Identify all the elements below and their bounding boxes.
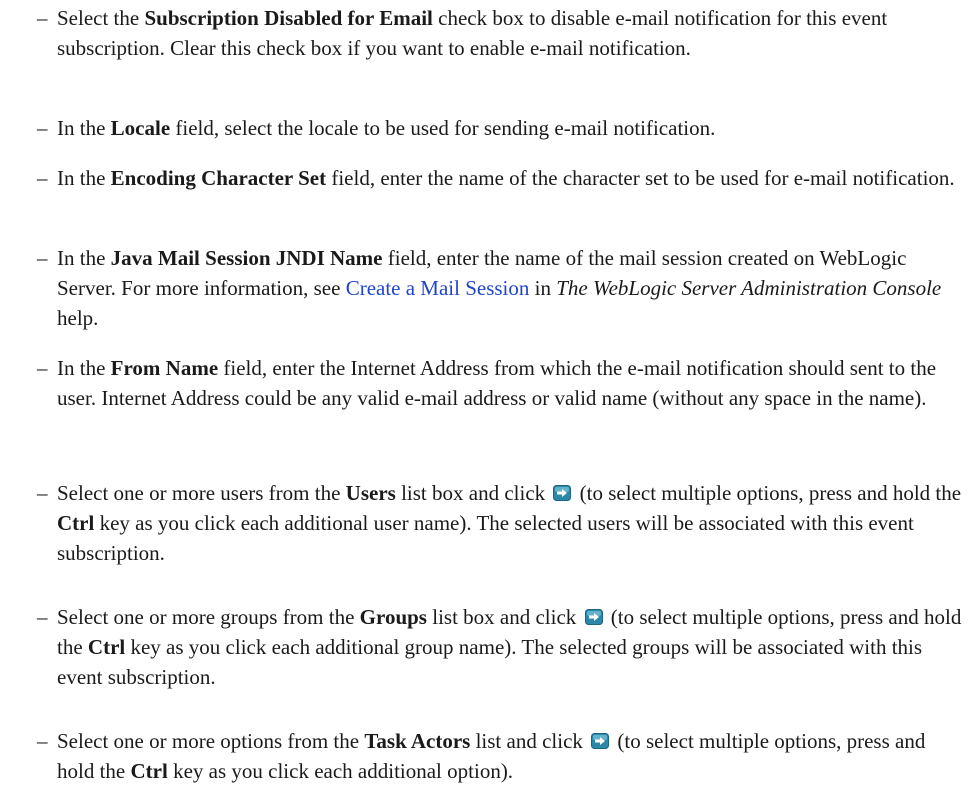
field-name: Subscription Disabled for Email (144, 6, 433, 30)
text: In the (57, 246, 111, 270)
text: In the (57, 356, 111, 380)
bullet-dash: – (37, 356, 48, 380)
list-item-groups: – Select one or more groups from the Gro… (37, 602, 967, 692)
key-name: Ctrl (57, 511, 95, 535)
bullet-dash: – (37, 605, 48, 629)
move-right-arrow-icon (585, 609, 603, 625)
key-name: Ctrl (130, 759, 168, 783)
text: field, enter the name of the character s… (326, 166, 955, 190)
text: key as you click each additional option)… (167, 759, 514, 783)
create-mail-session-link[interactable]: Create a Mail Session (346, 276, 530, 300)
bullet-dash: – (37, 166, 48, 190)
text: (to select multiple options, press and h… (574, 481, 962, 505)
text: list box and click (395, 481, 551, 505)
field-name: Groups (359, 605, 427, 629)
field-name: Users (345, 481, 396, 505)
bullet-dash: – (37, 246, 48, 270)
text: in (529, 276, 557, 300)
text: Select one or more options from the (57, 729, 365, 753)
text: field, select the locale to be used for … (170, 116, 716, 140)
text: list and click (470, 729, 589, 753)
text: In the (57, 166, 111, 190)
text: In the (57, 116, 111, 140)
list-item-task-actors: – Select one or more options from the Ta… (37, 726, 967, 786)
text: list box and click (426, 605, 582, 629)
text: Select one or more groups from the (57, 605, 360, 629)
field-name: From Name (110, 356, 219, 380)
bullet-dash: – (37, 729, 48, 753)
list-item-from-name: – In the From Name field, enter the Inte… (37, 353, 967, 413)
help-document: – Select the Subscription Disabled for E… (0, 0, 979, 783)
list-item-locale: – In the Locale field, select the locale… (37, 113, 967, 143)
field-name: Encoding Character Set (110, 166, 327, 190)
field-name: Java Mail Session JNDI Name (110, 246, 383, 270)
field-name: Locale (110, 116, 171, 140)
move-right-arrow-icon (553, 485, 571, 501)
text: key as you click each additional user na… (57, 511, 914, 565)
list-item-encoding: – In the Encoding Character Set field, e… (37, 163, 967, 193)
list-item-jndi-name: – In the Java Mail Session JNDI Name fie… (37, 243, 967, 333)
text: key as you click each additional group n… (57, 635, 923, 689)
list-item-subscription-disabled: – Select the Subscription Disabled for E… (37, 3, 967, 63)
list-item-users: – Select one or more users from the User… (37, 478, 967, 568)
text: Select one or more users from the (57, 481, 346, 505)
doc-title: The WebLogic Server Administration Conso… (556, 276, 942, 300)
move-right-arrow-icon (591, 733, 609, 749)
bullet-dash: – (37, 481, 48, 505)
text: help. (57, 306, 99, 330)
text: Select the (57, 6, 145, 30)
key-name: Ctrl (87, 635, 126, 659)
field-name: Task Actors (364, 729, 471, 753)
bullet-dash: – (37, 6, 48, 30)
bullet-dash: – (37, 116, 48, 140)
